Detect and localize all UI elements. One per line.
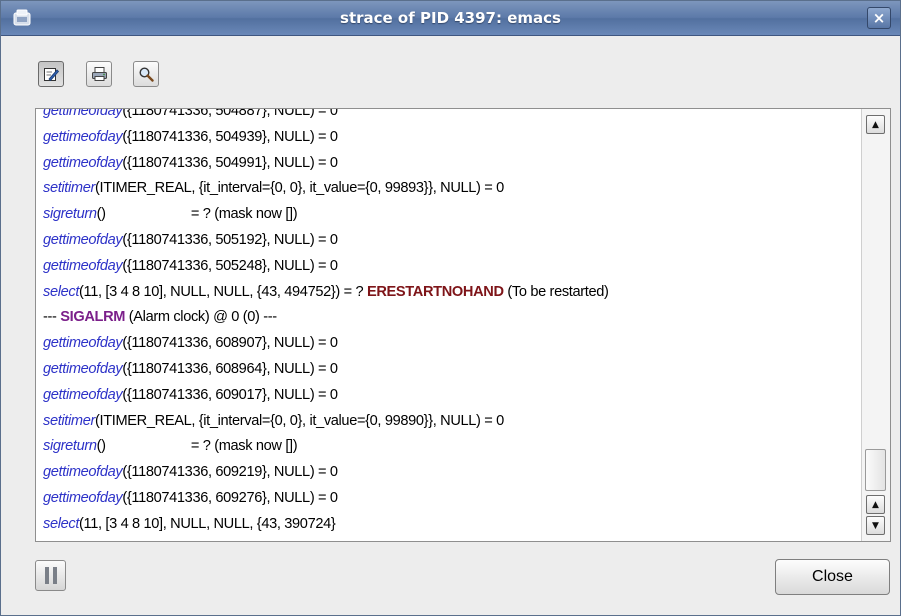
syscall-name: gettimeofday xyxy=(43,360,123,377)
syscall-args: ({1180741336, 504991}, NULL) = 0 xyxy=(122,154,338,171)
syscall-args: ({1180741336, 609219}, NULL) = 0 xyxy=(122,464,338,481)
trace-line: setitimer(ITIMER_REAL, {it_interval={0, … xyxy=(43,409,859,435)
trace-line: gettimeofday({1180741336, 505192}, NULL)… xyxy=(43,228,859,254)
trace-line: gettimeofday({1180741336, 608907}, NULL)… xyxy=(43,331,859,357)
syscall-args: (Alarm clock) @ 0 (0) --- xyxy=(125,309,277,326)
print-icon xyxy=(91,67,107,81)
trace-line: gettimeofday({1180741336, 504991}, NULL)… xyxy=(43,151,859,177)
scrollbar-thumb[interactable] xyxy=(865,449,886,491)
trace-output-lines: gettimeofday({1180741336, 504887}, NULL)… xyxy=(43,108,859,538)
syscall-name: gettimeofday xyxy=(43,257,123,274)
trace-line: gettimeofday({1180741336, 505248}, NULL)… xyxy=(43,254,859,280)
trace-line: sigreturn() = ? (mask now []) xyxy=(43,202,859,228)
syscall-name: gettimeofday xyxy=(43,231,123,248)
syscall-name: setitimer xyxy=(43,412,95,429)
syscall-args: () = ? (mask now []) xyxy=(96,438,298,455)
syscall-name: select xyxy=(43,515,80,532)
scroll-up-top-button[interactable]: ▲ xyxy=(866,115,885,134)
arrow-up-icon: ▲ xyxy=(872,119,879,130)
arrow-up-icon: ▲ xyxy=(872,499,879,510)
trace-line: select(11, [3 4 8 10], NULL, NULL, {43, … xyxy=(43,280,859,306)
syscall-name: gettimeofday xyxy=(43,154,123,171)
syscall-args: ({1180741336, 609276}, NULL) = 0 xyxy=(122,489,338,506)
trace-line: gettimeofday({1180741336, 608964}, NULL)… xyxy=(43,357,859,383)
trace-line: gettimeofday({1180741336, 609017}, NULL)… xyxy=(43,383,859,409)
scroll-up-button[interactable]: ▲ xyxy=(866,495,885,514)
syscall-args: (ITIMER_REAL, {it_interval={0, 0}, it_va… xyxy=(95,180,504,197)
trace-output-view[interactable]: gettimeofday({1180741336, 504887}, NULL)… xyxy=(35,108,891,542)
edit-icon xyxy=(44,68,59,82)
title-bar[interactable]: strace of PID 4397: emacs × xyxy=(1,1,900,36)
trace-line: select(11, [3 4 8 10], NULL, NULL, {43, … xyxy=(43,512,859,538)
strace-dialog: strace of PID 4397: emacs × gettimeofday… xyxy=(0,0,901,616)
find-button[interactable] xyxy=(133,61,159,87)
window-title: strace of PID 4397: emacs xyxy=(340,9,561,27)
pause-icon xyxy=(52,567,57,584)
search-icon xyxy=(139,67,154,82)
edit-button[interactable] xyxy=(38,61,64,87)
syscall-name: setitimer xyxy=(43,180,95,197)
syscall-args: ({1180741336, 505248}, NULL) = 0 xyxy=(122,257,338,274)
syscall-args: ({1180741336, 608964}, NULL) = 0 xyxy=(122,360,338,377)
syscall-name: gettimeofday xyxy=(43,128,123,145)
vertical-scrollbar[interactable]: ▲ ▲ ▼ xyxy=(861,109,890,541)
syscall-args: ({1180741336, 505192}, NULL) = 0 xyxy=(122,231,338,248)
syscall-args: ({1180741336, 504939}, NULL) = 0 xyxy=(122,128,338,145)
trace-line: gettimeofday({1180741336, 504887}, NULL)… xyxy=(43,108,859,125)
pause-icon xyxy=(44,567,49,584)
syscall-args: (ITIMER_REAL, {it_interval={0, 0}, it_va… xyxy=(95,412,504,429)
signal-name: SIGALRM xyxy=(60,309,126,326)
pause-button[interactable] xyxy=(35,560,66,591)
trace-line: --- SIGALRM (Alarm clock) @ 0 (0) --- xyxy=(43,305,859,331)
arrow-down-icon: ▼ xyxy=(872,520,879,531)
scroll-down-button[interactable]: ▼ xyxy=(866,516,885,535)
syscall-name: gettimeofday xyxy=(43,108,123,119)
syscall-args: ({1180741336, 608907}, NULL) = 0 xyxy=(122,335,338,352)
print-button[interactable] xyxy=(86,61,112,87)
syscall-name: gettimeofday xyxy=(43,386,123,403)
syscall-args: ({1180741336, 504887}, NULL) = 0 xyxy=(122,108,338,119)
syscall-args: () = ? (mask now []) xyxy=(96,206,298,223)
syscall-name: sigreturn xyxy=(43,438,97,455)
syscall-name: sigreturn xyxy=(43,206,97,223)
error-code: ERESTARTNOHAND xyxy=(366,283,504,300)
trace-line: gettimeofday({1180741336, 609219}, NULL)… xyxy=(43,460,859,486)
syscall-args: --- xyxy=(43,309,61,326)
trace-line: gettimeofday({1180741336, 504939}, NULL)… xyxy=(43,125,859,151)
syscall-name: gettimeofday xyxy=(43,464,123,481)
syscall-args: (11, [3 4 8 10], NULL, NULL, {43, 494752… xyxy=(79,283,367,300)
syscall-name: gettimeofday xyxy=(43,335,123,352)
syscall-args: (To be restarted) xyxy=(503,283,609,300)
trace-line: sigreturn() = ? (mask now []) xyxy=(43,434,859,460)
trace-line: gettimeofday({1180741336, 609276}, NULL)… xyxy=(43,486,859,512)
close-button[interactable]: Close xyxy=(775,559,890,595)
syscall-args: (11, [3 4 8 10], NULL, NULL, {43, 390724… xyxy=(79,515,336,532)
syscall-name: gettimeofday xyxy=(43,489,123,506)
syscall-args: ({1180741336, 609017}, NULL) = 0 xyxy=(122,386,338,403)
syscall-name: select xyxy=(43,283,80,300)
trace-line: setitimer(ITIMER_REAL, {it_interval={0, … xyxy=(43,176,859,202)
window-close-button[interactable]: × xyxy=(867,7,891,29)
